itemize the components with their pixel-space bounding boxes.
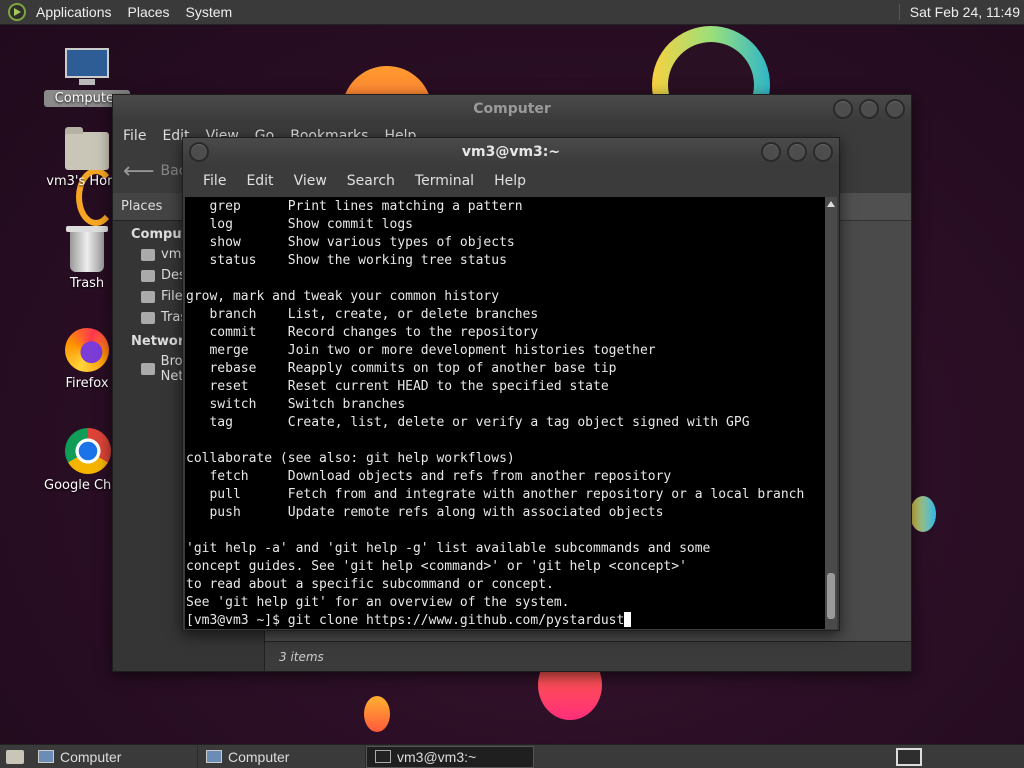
text-cursor: [624, 612, 632, 627]
wallpaper-shape: [910, 496, 936, 532]
menu-places[interactable]: Places: [120, 4, 178, 20]
menu-terminal[interactable]: Terminal: [405, 173, 484, 189]
shell-prompt: [vm3@vm3 ~]$: [186, 613, 288, 628]
file-manager-titlebar[interactable]: Computer: [113, 95, 911, 123]
terminal-line: merge Join two or more development histo…: [186, 343, 656, 358]
computer-icon: [206, 750, 222, 763]
taskbar-item-computer[interactable]: Computer: [30, 745, 198, 768]
terminal-line: push Update remote refs along with assoc…: [186, 505, 664, 520]
menu-view[interactable]: View: [284, 173, 337, 189]
terminal-icon: [375, 750, 391, 763]
taskbar-item-terminal[interactable]: vm3@vm3:~: [366, 745, 534, 768]
home-folder-icon: [65, 127, 109, 170]
menu-file[interactable]: File: [123, 128, 146, 144]
terminal-line: log Show commit logs: [186, 217, 413, 232]
terminal-window: vm3@vm3:~ File Edit View Search Terminal…: [182, 137, 840, 631]
window-title: vm3@vm3:~: [461, 144, 561, 160]
menu-edit[interactable]: Edit: [236, 173, 283, 189]
terminal-line: to read about a specific subcommand or c…: [186, 577, 554, 592]
scroll-up-arrow-icon[interactable]: [827, 201, 835, 207]
menu-applications[interactable]: Applications: [28, 4, 120, 20]
close-button[interactable]: [813, 142, 833, 162]
terminal-titlebar[interactable]: vm3@vm3:~: [183, 138, 839, 166]
terminal-line: grow, mark and tweak your common history: [186, 289, 500, 304]
terminal-line: tag Create, list, delete or verify a tag…: [186, 415, 750, 430]
minimize-button[interactable]: [833, 99, 853, 119]
terminal-line: fetch Download objects and refs from ano…: [186, 469, 672, 484]
window-title: Computer: [473, 101, 551, 117]
terminal-menubar: File Edit View Search Terminal Help: [183, 166, 839, 196]
minimize-button[interactable]: [761, 142, 781, 162]
drive-icon: [141, 290, 155, 303]
menu-system[interactable]: System: [178, 4, 241, 20]
top-panel: Applications Places System Sat Feb 24, 1…: [0, 0, 1024, 25]
maximize-button[interactable]: [859, 99, 879, 119]
command-input[interactable]: git clone https://www.github.com/pystard…: [288, 613, 625, 628]
folder-icon: [141, 248, 155, 261]
trash-icon: [66, 226, 108, 272]
back-arrow-icon[interactable]: ⟵: [123, 159, 155, 184]
terminal-line: switch Switch branches: [186, 397, 406, 412]
taskbar-item-label: Computer: [228, 748, 290, 765]
terminal-line: grep Print lines matching a pattern: [186, 199, 523, 214]
terminal-line: 'git help -a' and 'git help -g' list ava…: [186, 541, 711, 556]
close-button[interactable]: [885, 99, 905, 119]
terminal-line: See 'git help git' for an overview of th…: [186, 595, 570, 610]
terminal-line: status Show the working tree status: [186, 253, 507, 268]
trash-icon: [141, 311, 155, 324]
terminal-prompt-line[interactable]: [vm3@vm3 ~]$ git clone https://www.githu…: [186, 612, 825, 629]
bottom-panel: Computer Computer vm3@vm3:~: [0, 744, 1024, 768]
workspace-switcher[interactable]: [896, 748, 922, 766]
wallpaper-shape: [364, 696, 390, 732]
menu-help[interactable]: Help: [484, 173, 536, 189]
terminal-line: branch List, create, or delete branches: [186, 307, 539, 322]
clock[interactable]: Sat Feb 24, 11:49: [898, 4, 1020, 20]
status-bar: 3 items: [265, 641, 911, 671]
firefox-icon: [65, 328, 109, 372]
show-desktop-button[interactable]: [0, 746, 30, 768]
terminal-line: show Show various types of objects: [186, 235, 515, 250]
computer-icon: [63, 46, 111, 86]
scrollbar-thumb[interactable]: [827, 573, 835, 619]
menu-search[interactable]: Search: [337, 173, 405, 189]
taskbar-item-label: vm3@vm3:~: [397, 748, 477, 765]
network-icon: [141, 363, 155, 375]
terminal-line: commit Record changes to the repository: [186, 325, 539, 340]
window-menu-button[interactable]: [189, 142, 209, 162]
maximize-button[interactable]: [787, 142, 807, 162]
menu-file[interactable]: File: [193, 173, 236, 189]
terminal-line: collaborate (see also: git help workflow…: [186, 451, 515, 466]
terminal-line: concept guides. See 'git help <command>'…: [186, 559, 687, 574]
computer-icon: [38, 750, 54, 763]
terminal-line: reset Reset current HEAD to the specifie…: [186, 379, 609, 394]
chrome-icon: [65, 428, 111, 474]
taskbar-item-label: Computer: [60, 748, 122, 765]
terminal-output[interactable]: grep Print lines matching a pattern log …: [185, 197, 825, 629]
terminal-line: pull Fetch from and integrate with anoth…: [186, 487, 805, 502]
desktop-icon: [141, 269, 155, 282]
taskbar-item-computer[interactable]: Computer: [198, 745, 366, 768]
terminal-line: rebase Reapply commits on top of another…: [186, 361, 617, 376]
terminal-scrollbar[interactable]: [825, 197, 837, 629]
distro-logo-icon[interactable]: [8, 3, 26, 21]
show-desktop-icon: [6, 749, 24, 764]
